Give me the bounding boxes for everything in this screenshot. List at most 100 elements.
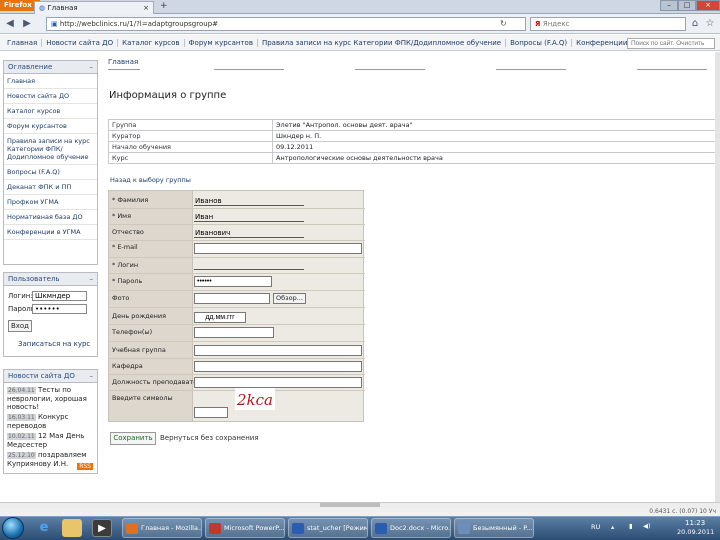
divider (109, 290, 365, 291)
menu-item[interactable]: Вопросы (F.A.Q) (506, 38, 573, 47)
login-input[interactable] (32, 290, 87, 301)
vertical-scrollbar[interactable] (715, 52, 720, 502)
volume-icon[interactable]: ◀) (643, 522, 651, 530)
browser-tab[interactable]: ◍ Главная × (34, 1, 154, 14)
taskbar-task[interactable]: Главная - Mozilla... (122, 518, 202, 538)
password-field-label: * Пароль (112, 277, 143, 285)
sidebar-nav-item[interactable]: Нормативная база ДО (4, 210, 97, 225)
sidebar-nav-item[interactable]: Конференции в УГМА (4, 225, 97, 240)
sidebar-nav-item[interactable]: Главная (4, 74, 97, 89)
sidebar-nav-item[interactable]: Новости сайта ДО (4, 89, 97, 104)
news-item[interactable]: 16.03.11 Конкурс переводов (4, 412, 97, 431)
menu-item[interactable]: Правила записи на курс Категории ФПК/Дод… (258, 38, 507, 47)
forward-arrow-icon[interactable]: ▶ (20, 17, 34, 31)
reload-icon[interactable]: ↻ (500, 19, 507, 28)
password-input[interactable] (32, 303, 87, 314)
menu-item[interactable]: Новости сайта ДО (42, 38, 119, 47)
sidebar-nav-item[interactable]: Вопросы (F.A.Q) (4, 165, 97, 180)
address-bar[interactable]: ▣ http://webclinics.ru/1/?l=adaptgroupsg… (46, 17, 526, 31)
sidebar-nav-item[interactable]: Правила записи на курс Категории ФПК/Дод… (4, 134, 97, 165)
news-date: 26.04.11 (7, 387, 36, 394)
menu-item[interactable]: Каталог курсов (118, 38, 185, 47)
site-search-input[interactable] (627, 38, 715, 49)
back-arrow-icon[interactable]: ◀ (3, 17, 17, 31)
taskbar-task[interactable]: Microsoft PowerP... (205, 518, 285, 538)
media-player-icon[interactable]: ▶ (92, 519, 112, 537)
register-link[interactable]: Записаться на курс (18, 340, 97, 348)
email-input[interactable] (194, 243, 362, 254)
divider (109, 358, 365, 359)
tray-arrow-icon[interactable]: ▴ (611, 523, 614, 531)
info-key: Куратор (108, 130, 273, 142)
position-input[interactable] (194, 377, 362, 388)
collapse-icon[interactable]: – (90, 63, 94, 71)
taskbar-task-label: Безымянный - P... (473, 524, 533, 532)
home-icon[interactable]: ⌂ (688, 17, 702, 31)
rss-icon[interactable]: RSS (77, 463, 93, 470)
name-input[interactable] (194, 213, 304, 222)
return-without-saving-link[interactable]: Вернуться без сохранения (160, 434, 259, 442)
captcha-input[interactable] (194, 407, 228, 418)
bookmarks-icon[interactable]: ☆ (703, 17, 717, 31)
tab-close-icon[interactable]: × (143, 4, 149, 12)
sidebar-nav-item[interactable]: Форум курсантов (4, 119, 97, 134)
clock-date[interactable]: 20.09.2011 (677, 528, 714, 536)
breadcrumb[interactable]: Главная (108, 58, 138, 66)
collapse-icon[interactable]: – (90, 275, 94, 283)
folder-icon[interactable] (62, 519, 82, 537)
news-item[interactable]: 26.04.11 Тесты по неврологии, хорошая но… (4, 385, 97, 412)
surname-input[interactable] (194, 197, 304, 206)
password-label: Пароль: (8, 304, 38, 313)
back-to-group-link[interactable]: Назад к выбору группы (110, 176, 191, 184)
login-label: Логин: (8, 291, 33, 300)
taskbar-task[interactable]: Doc2.docx - Micro... (371, 518, 451, 538)
menu-item[interactable]: Главная (3, 38, 43, 47)
news-list: 26.04.11 Тесты по неврологии, хорошая но… (4, 383, 97, 469)
language-indicator[interactable]: RU (591, 523, 600, 531)
save-button[interactable]: Сохранить (110, 432, 156, 445)
news-item[interactable]: 10.02.11 12 Мая День Медсестер (4, 431, 97, 450)
user-block-header: Пользователь – (4, 273, 97, 286)
department-input[interactable] (194, 361, 362, 372)
divider (214, 69, 284, 70)
study-group-label: Учебная группа (112, 346, 166, 354)
taskbar-task[interactable]: Безымянный - P... (454, 518, 534, 538)
maximize-button[interactable]: □ (678, 0, 696, 11)
divider (109, 257, 365, 258)
site-favicon-icon: ▣ (51, 20, 60, 28)
sidebar-nav-item[interactable]: Профком УГМА (4, 195, 97, 210)
divider (109, 273, 365, 274)
horizontal-scroll-thumb[interactable] (320, 503, 380, 507)
sidebar-nav-item[interactable]: Каталог курсов (4, 104, 97, 119)
patronymic-input[interactable] (194, 229, 304, 238)
user-block-title: Пользователь (8, 275, 60, 283)
minimize-button[interactable]: – (660, 0, 678, 11)
browse-button[interactable]: Обзор... (273, 293, 306, 304)
internet-explorer-icon[interactable]: e (34, 519, 54, 537)
sidebar-nav-header: Оглавление – (4, 61, 97, 74)
windows-start-button[interactable] (2, 517, 24, 539)
phone-input[interactable] (194, 327, 274, 338)
taskbar-task[interactable]: stat_ucher [Режим... (288, 518, 368, 538)
sidebar-nav-item[interactable]: Деканат ФПК и ПП (4, 180, 97, 195)
captcha-label: Введите символы (112, 394, 173, 402)
network-icon[interactable]: ▮ (629, 522, 633, 530)
info-key: Начало обучения (108, 141, 273, 153)
study-group-input[interactable] (194, 345, 362, 356)
info-value: Шкндер н. П. (272, 130, 716, 142)
browser-search-input[interactable]: Я Яндекс (530, 17, 686, 31)
close-window-button[interactable]: × (696, 0, 720, 11)
login-field-input[interactable] (194, 261, 304, 270)
birthday-input[interactable] (194, 312, 246, 323)
info-row: Куратор Шкндер н. П. (108, 130, 716, 142)
app-icon (458, 523, 470, 534)
menu-item[interactable]: Форум курсантов (185, 38, 258, 47)
password-field-input[interactable] (194, 276, 272, 287)
new-tab-button[interactable]: + (160, 1, 168, 11)
photo-file-input[interactable] (194, 293, 270, 304)
login-button[interactable]: Вход (8, 320, 32, 332)
clock-time[interactable]: 11:23 (685, 519, 705, 527)
collapse-icon[interactable]: – (90, 372, 94, 380)
divider (109, 208, 365, 209)
status-bar: 0.6431 с. (0.07) 10 Уч (0, 508, 720, 516)
